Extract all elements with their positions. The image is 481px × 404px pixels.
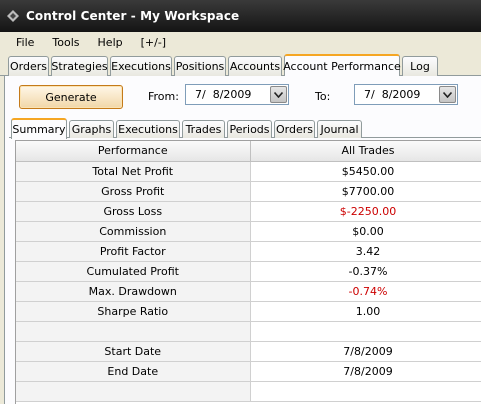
metric-value-cell — [250, 321, 481, 342]
tab-summary[interactable]: Summary — [11, 118, 67, 139]
metric-name-cell: Max. Drawdown — [16, 281, 251, 302]
metric-name-cell: Gross Loss — [16, 201, 251, 222]
metric-name-cell: Commission — [16, 221, 251, 242]
table-row[interactable] — [16, 321, 481, 342]
table-row[interactable]: Profit Factor 3.42 — [16, 241, 481, 262]
metric-value-cell: 7/8/2009 — [250, 341, 481, 362]
table-row[interactable]: Max. Drawdown -0.74% — [16, 281, 481, 302]
table-header-row: Performance All Trades — [16, 141, 481, 162]
tab-report-executions[interactable]: Executions — [116, 120, 180, 138]
tab-orders[interactable]: Orders — [8, 56, 49, 76]
chevron-down-icon[interactable] — [270, 86, 287, 103]
table-row[interactable]: Commission $0.00 — [16, 221, 481, 242]
tab-executions[interactable]: Executions — [110, 56, 172, 76]
tab-trades[interactable]: Trades — [182, 120, 225, 138]
from-date-picker[interactable]: 7/ 8/2009 — [185, 84, 289, 105]
table-row[interactable]: Total Net Profit $5450.00 — [16, 161, 481, 182]
to-date-picker[interactable]: 7/ 8/2009 — [354, 84, 458, 105]
tab-strategies[interactable]: Strategies — [51, 56, 108, 76]
metric-value-cell: -0.74% — [250, 281, 481, 302]
tab-graphs[interactable]: Graphs — [69, 120, 114, 138]
tab-account-performance[interactable]: Account Performance — [283, 54, 401, 77]
metric-name-cell: Cumulated Profit — [16, 261, 251, 282]
main-tab-strip: Orders Strategies Executions Positions A… — [0, 54, 481, 77]
summary-table: Performance All Trades Total Net Profit $… — [16, 141, 481, 402]
from-label: From: — [148, 90, 179, 103]
metric-value-cell: 7/8/2009 — [250, 361, 481, 382]
table-row[interactable]: Start Date 7/8/2009 — [16, 341, 481, 362]
metric-name-cell: Sharpe Ratio — [16, 301, 251, 322]
metric-name-cell: Total Net Profit — [16, 161, 251, 182]
metric-name-cell: End Date — [16, 361, 251, 382]
table-row[interactable]: Cumulated Profit -0.37% — [16, 261, 481, 282]
menu-file[interactable]: File — [0, 36, 43, 49]
table-row[interactable] — [16, 381, 481, 402]
metric-name-cell — [16, 381, 251, 402]
metric-value-cell: 1.00 — [250, 301, 481, 322]
metric-value-cell: $0.00 — [250, 221, 481, 242]
table-row[interactable]: Sharpe Ratio 1.00 — [16, 301, 481, 322]
tab-journal[interactable]: Journal — [317, 120, 362, 138]
to-label: To: — [315, 90, 331, 103]
menu-toggle[interactable]: [+/-] — [132, 36, 175, 49]
metric-value-cell: $5450.00 — [250, 161, 481, 182]
metric-name-cell: Gross Profit — [16, 181, 251, 202]
menu-help[interactable]: Help — [89, 36, 132, 49]
summary-grid[interactable]: Performance All Trades Total Net Profit $… — [15, 140, 481, 404]
app-icon — [6, 9, 20, 23]
chevron-down-icon[interactable] — [439, 86, 456, 103]
column-header-all-trades[interactable]: All Trades — [250, 141, 481, 162]
to-date-value: 7/ 8/2009 — [364, 88, 421, 101]
generate-button[interactable]: Generate — [19, 85, 123, 109]
column-header-performance[interactable]: Performance — [16, 141, 251, 162]
table-row[interactable]: Gross Profit $7700.00 — [16, 181, 481, 202]
title-bar: Control Center - My Workspace — [0, 0, 481, 32]
table-row[interactable]: Gross Loss $-2250.00 — [16, 201, 481, 222]
metric-name-cell: Profit Factor — [16, 241, 251, 262]
from-date-value: 7/ 8/2009 — [195, 88, 252, 101]
metric-name-cell — [16, 321, 251, 342]
account-performance-panel: Generate From: 7/ 8/2009 To: 7/ 8/2009 S… — [4, 76, 481, 404]
metric-value-cell: 3.42 — [250, 241, 481, 262]
metric-value-cell — [250, 381, 481, 402]
metric-value-cell: -0.37% — [250, 261, 481, 282]
tab-positions[interactable]: Positions — [174, 56, 226, 76]
tab-log[interactable]: Log — [402, 56, 438, 76]
window-title: Control Center - My Workspace — [26, 9, 240, 23]
tab-periods[interactable]: Periods — [227, 120, 272, 138]
report-tab-strip: Summary Graphs Executions Trades Periods… — [9, 118, 481, 139]
metric-value-cell: $-2250.00 — [250, 201, 481, 222]
metric-name-cell: Start Date — [16, 341, 251, 362]
table-row[interactable]: End Date 7/8/2009 — [16, 361, 481, 382]
menu-tools[interactable]: Tools — [43, 36, 88, 49]
tab-accounts[interactable]: Accounts — [228, 56, 282, 76]
tab-report-orders[interactable]: Orders — [274, 120, 315, 138]
menu-bar: File Tools Help [+/-] — [0, 32, 481, 52]
metric-value-cell: $7700.00 — [250, 181, 481, 202]
